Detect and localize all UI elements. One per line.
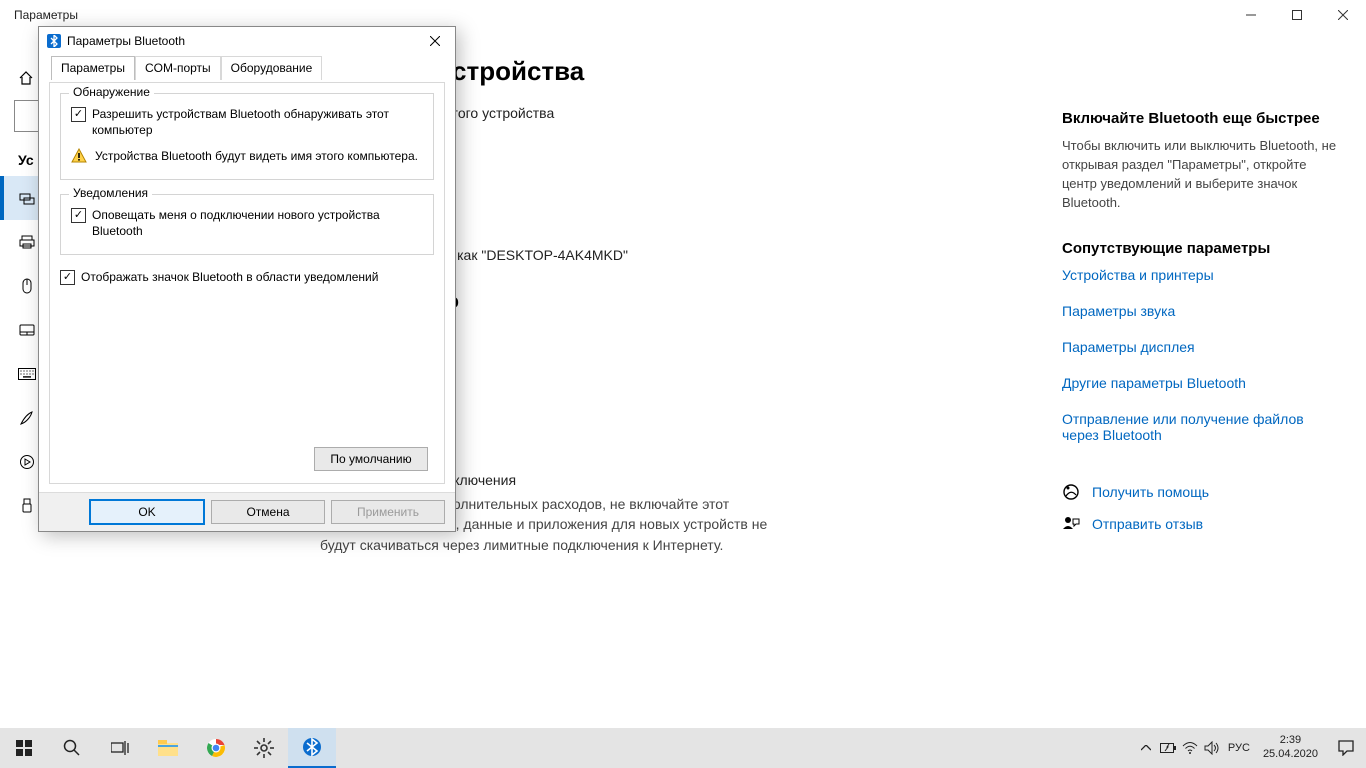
bt-tab-hardware[interactable]: Оборудование: [221, 56, 323, 80]
pen-icon: [18, 409, 36, 427]
keyboard-icon: [18, 365, 36, 383]
feedback-icon: [1062, 515, 1080, 533]
taskbar-app-chrome[interactable]: [192, 728, 240, 768]
link-devices-printers[interactable]: Устройства и принтеры: [1062, 267, 1342, 283]
taskbar-app-bluetooth[interactable]: [288, 728, 336, 768]
right-text-bluetooth-tip: Чтобы включить или выключить Bluetooth, …: [1062, 137, 1342, 212]
chrome-icon: [206, 738, 226, 758]
mouse-icon: [18, 277, 36, 295]
bluetooth-devices-icon: [18, 189, 36, 207]
search-icon: [63, 739, 81, 757]
group-discovery-title: Обнаружение: [69, 85, 154, 99]
tray-overflow-button[interactable]: [1135, 728, 1157, 768]
link-sound-settings[interactable]: Параметры звука: [1062, 303, 1342, 319]
warning-icon: [71, 148, 87, 164]
link-send-receive-bt[interactable]: Отправление или получение файлов через B…: [1062, 411, 1342, 443]
file-explorer-icon: [158, 740, 178, 756]
warning-text: Устройства Bluetooth будут видеть имя эт…: [95, 148, 418, 165]
link-send-feedback[interactable]: Отправить отзыв: [1092, 516, 1203, 532]
help-icon: [1062, 483, 1080, 501]
action-center-button[interactable]: [1326, 740, 1366, 756]
checkbox-notify-new-device[interactable]: Оповещать меня о подключении нового устр…: [71, 207, 423, 239]
checkbox-label: Оповещать меня о подключении нового устр…: [92, 207, 423, 239]
checkbox-icon: [71, 107, 86, 122]
taskbar-tray: РУС 2:39 25.04.2020: [1135, 728, 1366, 768]
tray-volume-icon[interactable]: [1201, 728, 1223, 768]
usb-icon: [18, 497, 36, 515]
group-notifications-title: Уведомления: [69, 186, 152, 200]
checkbox-icon: [60, 270, 75, 285]
bluetooth-icon: [302, 737, 322, 757]
close-button[interactable]: [1320, 0, 1366, 30]
group-notifications: Уведомления Оповещать меня о подключении…: [60, 194, 434, 254]
tray-clock[interactable]: 2:39 25.04.2020: [1255, 734, 1326, 762]
bt-dialog-buttons: OK Отмена Применить: [39, 492, 455, 531]
wifi-icon: [1182, 742, 1198, 754]
discovery-warning: Устройства Bluetooth будут видеть имя эт…: [71, 148, 423, 165]
bt-tab-parameters[interactable]: Параметры: [51, 56, 135, 80]
touchpad-icon: [18, 321, 36, 339]
notification-icon: [1338, 740, 1354, 756]
autoplay-icon: [18, 453, 36, 471]
tray-date: 25.04.2020: [1263, 748, 1318, 762]
settings-right-panel: Включайте Bluetooth еще быстрее Чтобы вк…: [1062, 30, 1366, 728]
bluetooth-settings-dialog: Параметры Bluetooth Параметры COM-порты …: [38, 26, 456, 532]
button-ok[interactable]: OK: [89, 499, 205, 525]
tray-time: 2:39: [1263, 734, 1318, 748]
taskbar-app-settings[interactable]: [240, 728, 288, 768]
minimize-button[interactable]: [1228, 0, 1274, 30]
group-discovery: Обнаружение Разрешить устройствам Blueto…: [60, 93, 434, 180]
taskbar-app-explorer[interactable]: [144, 728, 192, 768]
tray-language[interactable]: РУС: [1223, 728, 1255, 768]
checkbox-icon: [71, 208, 86, 223]
task-view-button[interactable]: [96, 728, 144, 768]
settings-window-controls: [1228, 0, 1366, 30]
checkbox-label: Разрешить устройствам Bluetooth обнаружи…: [92, 106, 423, 138]
task-view-icon: [111, 741, 129, 755]
link-more-bluetooth[interactable]: Другие параметры Bluetooth: [1062, 375, 1342, 391]
gear-icon: [254, 738, 274, 758]
taskbar-left: [0, 728, 336, 768]
bt-close-button[interactable]: [415, 27, 455, 55]
checkbox-label: Отображать значок Bluetooth в области ув…: [81, 269, 378, 285]
windows-icon: [16, 740, 32, 756]
tray-power-icon[interactable]: [1157, 728, 1179, 768]
settings-title: Параметры: [0, 8, 78, 22]
link-get-help[interactable]: Получить помощь: [1092, 484, 1209, 500]
checkbox-allow-discovery[interactable]: Разрешить устройствам Bluetooth обнаружи…: [71, 106, 423, 138]
button-apply[interactable]: Применить: [331, 500, 445, 524]
link-display-settings[interactable]: Параметры дисплея: [1062, 339, 1342, 355]
chevron-up-icon: [1141, 745, 1151, 751]
home-icon: [18, 70, 34, 86]
tray-wifi-icon[interactable]: [1179, 728, 1201, 768]
right-heading-related: Сопутствующие параметры: [1062, 240, 1342, 257]
bt-tabs: Параметры COM-порты Оборудование: [39, 55, 455, 80]
taskbar: РУС 2:39 25.04.2020: [0, 728, 1366, 768]
start-button[interactable]: [0, 728, 48, 768]
bluetooth-icon: [47, 34, 61, 48]
bt-dialog-titlebar[interactable]: Параметры Bluetooth: [39, 27, 455, 55]
bt-dialog-title: Параметры Bluetooth: [67, 34, 185, 48]
speaker-icon: [1204, 741, 1220, 755]
bt-tab-com-ports[interactable]: COM-порты: [135, 56, 221, 80]
bt-tab-panel: Обнаружение Разрешить устройствам Blueto…: [49, 82, 445, 484]
button-cancel[interactable]: Отмена: [211, 500, 325, 524]
printer-icon: [18, 233, 36, 251]
checkbox-show-tray-icon[interactable]: Отображать значок Bluetooth в области ув…: [60, 269, 434, 285]
right-heading-bluetooth-tip: Включайте Bluetooth еще быстрее: [1062, 110, 1342, 127]
battery-icon: [1160, 743, 1176, 753]
button-restore-defaults[interactable]: По умолчанию: [314, 447, 428, 471]
maximize-button[interactable]: [1274, 0, 1320, 30]
search-button[interactable]: [48, 728, 96, 768]
